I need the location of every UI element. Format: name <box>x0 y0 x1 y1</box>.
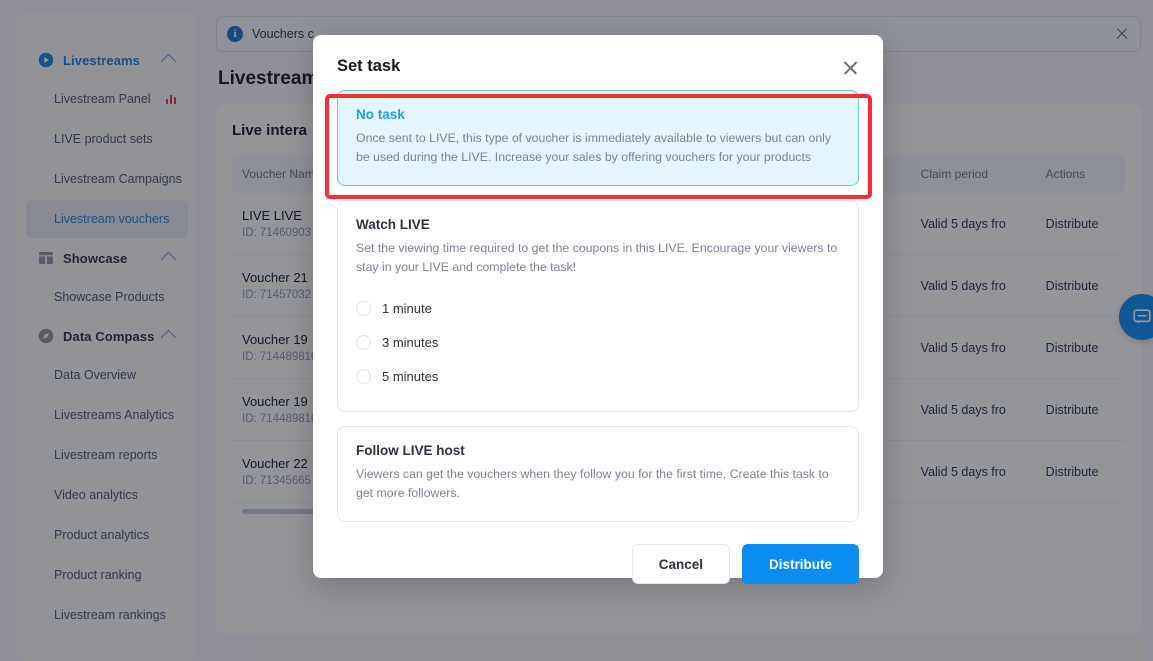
close-icon[interactable] <box>842 59 859 76</box>
radio-label: 5 minutes <box>382 368 439 384</box>
radio-icon <box>356 368 371 384</box>
radio-option-1-minute[interactable]: 1 minute <box>356 291 840 325</box>
set-task-modal: Set task No task Once sent to LIVE, this… <box>313 35 883 585</box>
radio-label: 1 minute <box>382 300 432 316</box>
option-description: Viewers can get the vouchers when they f… <box>356 467 829 501</box>
app-root: Livestreams Livestream Panel LIVE produc… <box>0 0 1153 661</box>
option-description: Once sent to LIVE, this type of voucher … <box>356 131 832 165</box>
radio-label: 3 minutes <box>382 334 439 350</box>
cancel-button[interactable]: Cancel <box>631 544 730 585</box>
radio-icon <box>356 300 371 316</box>
option-card-follow-live-host[interactable]: Follow LIVE host Viewers can get the vou… <box>337 426 859 523</box>
modal-footer: Cancel Distribute <box>337 544 859 585</box>
radio-option-3-minutes[interactable]: 3 minutes <box>356 325 840 359</box>
modal-title: Set task <box>337 57 401 75</box>
option-card-no-task[interactable]: No task Once sent to LIVE, this type of … <box>337 90 859 187</box>
radio-option-5-minutes[interactable]: 5 minutes <box>356 359 840 393</box>
option-description: Set the viewing time required to get the… <box>356 241 838 275</box>
radio-icon <box>356 334 371 350</box>
watch-live-radio-group: 1 minute 3 minutes 5 minutes <box>356 291 840 393</box>
option-title: Follow LIVE host <box>356 443 465 459</box>
option-title: Watch LIVE <box>356 217 430 233</box>
option-title: No task <box>356 107 405 122</box>
distribute-button[interactable]: Distribute <box>741 544 859 585</box>
modal-header: Set task <box>337 57 859 76</box>
option-card-watch-live[interactable]: Watch LIVE Set the viewing time required… <box>337 200 859 413</box>
